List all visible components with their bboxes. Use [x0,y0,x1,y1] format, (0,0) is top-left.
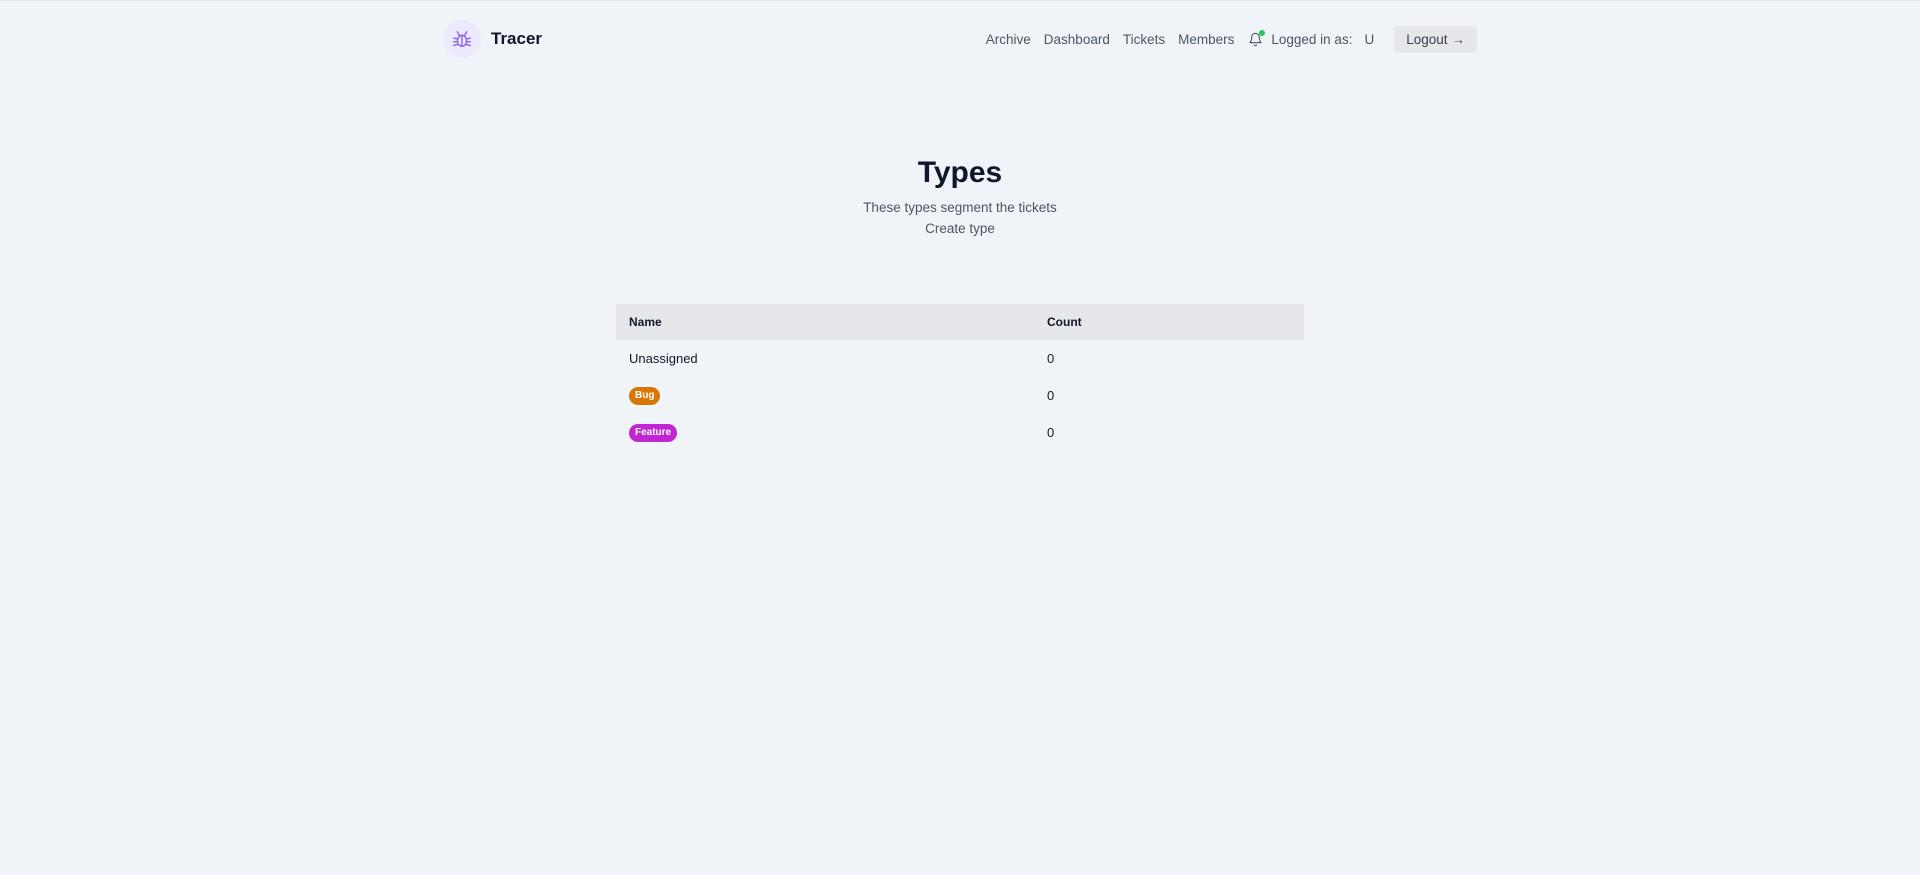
nav-archive[interactable]: Archive [986,32,1031,47]
logout-button[interactable]: Logout → [1394,25,1477,53]
column-header-name: Name [629,315,662,329]
nav-dashboard[interactable]: Dashboard [1044,32,1110,47]
type-count: 0 [1047,351,1055,366]
logout-label: Logout [1406,31,1448,47]
arrow-right-icon: → [1451,31,1466,47]
brand-name: Tracer [491,29,543,48]
table-row[interactable]: Unassigned 0 [616,340,1304,377]
type-name: Unassigned [629,351,698,366]
notification-dot [1259,30,1266,36]
page-subtitle: These types segment the tickets [863,200,1057,215]
table-row[interactable]: Feature 0 [616,414,1304,451]
title-section: Types These types segment the tickets Cr… [0,151,1920,240]
table-header-row: Name Count [616,304,1304,340]
brand[interactable]: Tracer [443,20,542,58]
nav-tickets[interactable]: Tickets [1123,32,1165,47]
nav: Archive Dashboard Tickets Members Logged… [986,25,1477,53]
page-title: Types [917,156,1003,189]
logged-in-label: Logged in as: [1271,31,1353,47]
table-row[interactable]: Bug 0 [616,377,1304,414]
create-type-link[interactable]: Create type [925,218,995,240]
column-header-count: Count [1047,315,1082,329]
bug-icon [443,20,481,58]
page: Tracer Archive Dashboard Tickets Members… [0,0,1920,875]
header: Tracer Archive Dashboard Tickets Members… [443,19,1477,59]
type-badge-feature: Feature [629,424,678,442]
type-badge-bug: Bug [629,387,661,405]
logged-in-user: U [1364,31,1375,47]
bell-icon[interactable] [1247,30,1266,48]
types-table: Name Count Unassigned 0 Bug 0 Feature 0 [616,304,1304,451]
type-count: 0 [1047,425,1055,440]
type-count: 0 [1047,388,1055,403]
nav-members[interactable]: Members [1178,32,1234,47]
